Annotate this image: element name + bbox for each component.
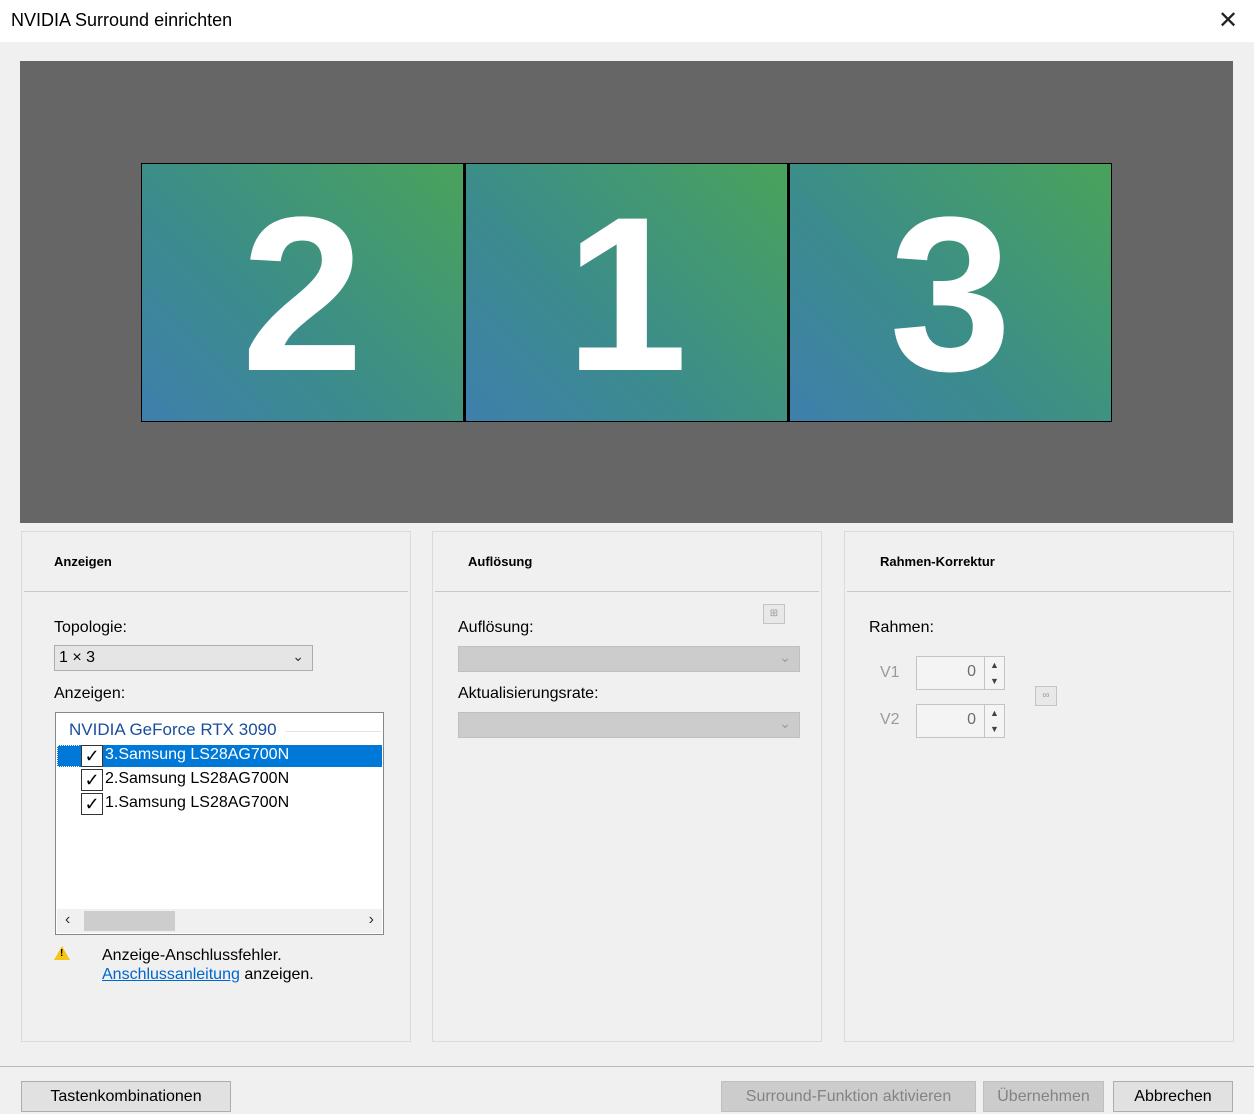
display-name: 3.Samsung LS28AG700N	[105, 746, 290, 763]
chevron-down-icon: ⌄	[292, 648, 304, 664]
monitor-number: 1	[565, 171, 688, 417]
divider	[435, 591, 819, 592]
connection-warning: Anzeige-Anschlussfehler. Anschlussanleit…	[102, 946, 314, 984]
apply-button[interactable]: Übernehmen	[983, 1081, 1104, 1112]
displays-label: Anzeigen:	[54, 685, 126, 702]
display-preview: 2 1 3	[20, 61, 1233, 523]
display-list-item[interactable]: ✓ 1.Samsung LS28AG700N	[57, 793, 382, 815]
displays-panel: Anzeigen Topologie: 1 × 3 ⌄ Anzeigen: NV…	[21, 531, 411, 1042]
display-name: 2.Samsung LS28AG700N	[105, 770, 290, 787]
chevron-left-icon[interactable]: ‹	[65, 911, 70, 929]
monitor-tile[interactable]: 2	[142, 164, 463, 421]
link-icon[interactable]: ∞	[1035, 686, 1057, 706]
refresh-rate-select[interactable]: ⌄	[458, 712, 800, 738]
warning-suffix: anzeigen.	[239, 966, 314, 983]
chevron-down-icon[interactable]: ▼	[985, 721, 1004, 737]
cancel-button[interactable]: Abbrechen	[1113, 1081, 1233, 1112]
warning-text: Anzeige-Anschlussfehler.	[102, 947, 282, 964]
topology-label: Topologie:	[54, 619, 127, 636]
monitor-tile[interactable]: 3	[790, 164, 1111, 421]
custom-resolution-icon[interactable]: ⊞	[763, 604, 785, 624]
shortcuts-button[interactable]: Tastenkombinationen	[21, 1081, 231, 1112]
display-list-item[interactable]: ✓ 2.Samsung LS28AG700N	[57, 769, 382, 791]
footer-divider	[0, 1066, 1254, 1067]
monitor-number: 2	[241, 171, 364, 417]
display-list-item[interactable]: ✓ 3.Samsung LS28AG700N	[57, 745, 382, 767]
window-title: NVIDIA Surround einrichten	[11, 10, 233, 30]
title-bar: NVIDIA Surround einrichten ✕	[0, 0, 1254, 42]
v1-value: 0	[967, 663, 976, 680]
v1-label: V1	[880, 664, 900, 681]
divider	[286, 731, 381, 732]
chevron-down-icon[interactable]: ▼	[985, 673, 1004, 689]
enable-surround-button[interactable]: Surround-Funktion aktivieren	[721, 1081, 976, 1112]
chevron-down-icon: ⌄	[779, 715, 791, 731]
topology-select[interactable]: 1 × 3 ⌄	[54, 645, 313, 671]
chevron-up-icon[interactable]: ▲	[985, 657, 1004, 673]
scrollbar-thumb[interactable]	[84, 911, 175, 931]
display-checkbox[interactable]: ✓	[81, 745, 103, 767]
display-checkbox[interactable]: ✓	[81, 769, 103, 791]
chevron-right-icon[interactable]: ›	[369, 911, 374, 929]
connection-guide-link[interactable]: Anschlussanleitung	[102, 966, 240, 983]
bezel-panel: Rahmen-Korrektur Rahmen: V1 0 ▲ ▼ V2 0 ▲…	[844, 531, 1234, 1042]
divider	[24, 591, 408, 592]
bezel-panel-title: Rahmen-Korrektur	[880, 554, 995, 569]
resolution-panel: Auflösung ⊞ Auflösung: ⌄ Aktualisierungs…	[432, 531, 822, 1042]
bezel-label: Rahmen:	[869, 619, 934, 636]
monitor-tile[interactable]: 1	[466, 164, 787, 421]
display-name: 1.Samsung LS28AG700N	[105, 794, 290, 811]
gpu-group-label: NVIDIA GeForce RTX 3090	[69, 720, 277, 739]
displays-panel-title: Anzeigen	[54, 554, 112, 569]
focus-indicator	[57, 745, 79, 767]
resolution-select[interactable]: ⌄	[458, 646, 800, 672]
v2-label: V2	[880, 711, 900, 728]
chevron-up-icon[interactable]: ▲	[985, 705, 1004, 721]
v2-stepper[interactable]: 0 ▲ ▼	[916, 704, 1005, 738]
refresh-rate-label: Aktualisierungsrate:	[458, 685, 599, 702]
monitor-arrangement: 2 1 3	[141, 163, 1112, 422]
display-checkbox[interactable]: ✓	[81, 793, 103, 815]
resolution-panel-title: Auflösung	[468, 554, 533, 569]
v1-stepper[interactable]: 0 ▲ ▼	[916, 656, 1005, 690]
displays-listbox[interactable]: NVIDIA GeForce RTX 3090 ✓ 3.Samsung LS28…	[55, 712, 384, 935]
close-icon[interactable]: ✕	[1213, 6, 1243, 36]
resolution-label: Auflösung:	[458, 619, 534, 636]
warning-icon: !	[54, 946, 70, 960]
monitor-number: 3	[889, 171, 1012, 417]
divider	[847, 591, 1231, 592]
topology-value: 1 × 3	[59, 649, 96, 666]
v2-value: 0	[967, 711, 976, 728]
chevron-down-icon: ⌄	[779, 649, 791, 665]
horizontal-scrollbar[interactable]: ‹ ›	[57, 909, 382, 933]
